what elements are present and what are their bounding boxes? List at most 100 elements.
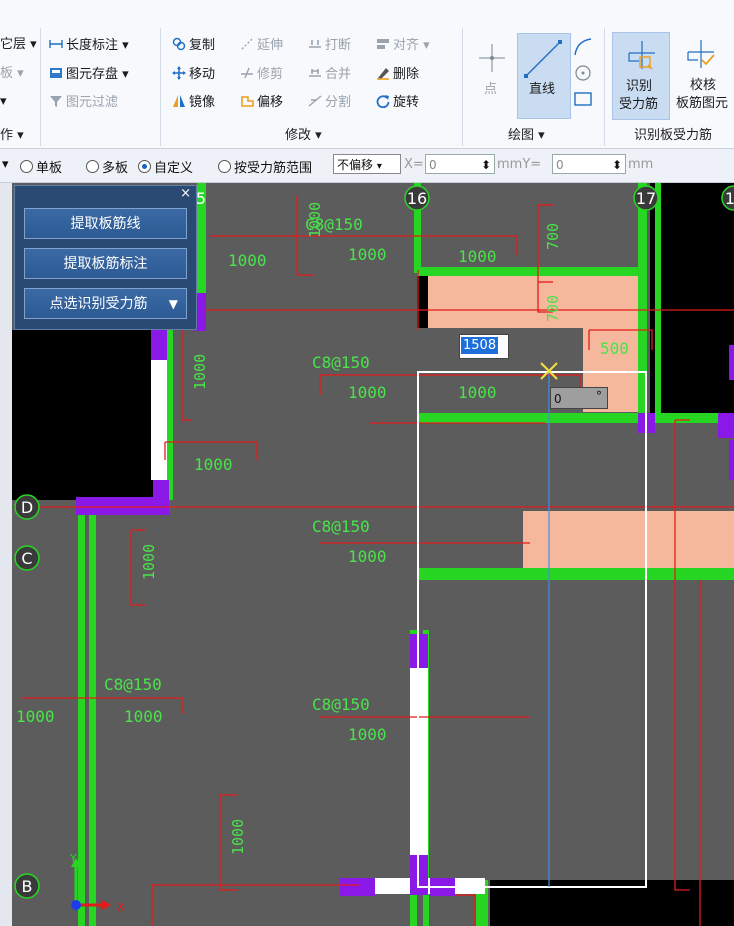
wall-white: [151, 360, 485, 894]
layer-menu[interactable]: 它层 ▾: [0, 37, 37, 53]
copy-button[interactable]: 复制: [172, 37, 215, 54]
break-icon: [308, 37, 322, 51]
board-menu[interactable]: 板 ▾: [0, 66, 24, 82]
line-label: 直线: [529, 82, 556, 97]
radio-by-rebar-range[interactable]: 按受力筋范围: [218, 157, 312, 176]
radio-custom[interactable]: 自定义: [138, 157, 193, 176]
radio-icon: [86, 160, 99, 173]
dropdown-arrow[interactable]: ▾: [2, 157, 9, 172]
point-tool[interactable]: [477, 36, 507, 76]
arrow-menu[interactable]: ▾: [0, 94, 7, 110]
circle-icon: [575, 65, 591, 81]
line-icon: [524, 40, 562, 78]
length-dim-button[interactable]: 长度标注 ▾: [49, 37, 129, 54]
modify-group-label: 修改 ▾: [285, 128, 322, 143]
extract-rebar-line-button[interactable]: 提取板筋线: [24, 208, 187, 239]
opening: [650, 183, 734, 413]
mirror-button[interactable]: 镜像: [172, 94, 215, 111]
check-rebar-icon: [687, 40, 715, 68]
spec-label: C8@150: [312, 353, 370, 372]
radio-icon: [20, 160, 33, 173]
spec-label: C8@150: [312, 517, 370, 536]
dim-label: 1000: [191, 354, 209, 390]
dim-label: 700: [544, 295, 562, 322]
rotate-button[interactable]: 旋转: [376, 94, 419, 111]
dim-label: 700: [544, 223, 562, 250]
arc-tool[interactable]: [572, 36, 594, 62]
dim-label: 1000: [306, 202, 324, 238]
dim-label: 1000: [16, 707, 55, 726]
x-label: X=: [404, 157, 424, 172]
axis-d: D: [21, 498, 33, 517]
circle-tool[interactable]: [572, 62, 594, 88]
break-button[interactable]: 打断: [308, 37, 351, 54]
line-tool[interactable]: 直线: [517, 33, 571, 119]
copy-icon: [172, 37, 186, 51]
x-input[interactable]: 0 ⬍: [425, 154, 495, 174]
check-rebar-button[interactable]: 校核 板筋图元: [672, 32, 734, 118]
save-elem-icon: [49, 66, 63, 80]
dim-label: 1000: [229, 819, 247, 855]
dim-label: 500: [600, 339, 629, 358]
y-input[interactable]: 0 ⬍: [552, 154, 626, 174]
mm-label: mm: [628, 157, 654, 172]
slab-highlight: [428, 275, 638, 328]
merge-button[interactable]: 合并: [308, 66, 351, 83]
filter-icon: [49, 94, 63, 108]
axis-b: B: [22, 877, 33, 896]
spec-label: C8@150: [312, 695, 370, 714]
point-icon: [479, 44, 505, 72]
divider: [462, 28, 463, 146]
divider: [604, 28, 605, 146]
op-group-label: 作 ▾: [0, 128, 24, 143]
dim-label: 1000: [140, 544, 158, 580]
extend-button[interactable]: 延伸: [240, 37, 283, 54]
offset-button[interactable]: 偏移: [240, 94, 283, 111]
dim-label: 1000: [458, 383, 497, 402]
move-button[interactable]: 移动: [172, 66, 215, 83]
opening: [12, 330, 157, 500]
axis-c: C: [21, 549, 32, 568]
divider: [40, 28, 41, 146]
dim-label: 1000: [124, 707, 163, 726]
rectangle-icon: [574, 92, 592, 106]
radio-multi-board[interactable]: 多板: [86, 157, 128, 176]
length-input-value: 1508: [461, 337, 499, 354]
dim-label: 1000: [194, 455, 233, 474]
selection-rect: [417, 371, 647, 888]
offset-select[interactable]: 不偏移 ▾: [333, 154, 401, 174]
divider: [160, 28, 161, 146]
chevron-down-icon[interactable]: ▼: [169, 289, 178, 320]
radio-single-board[interactable]: 单板: [20, 157, 62, 176]
offset-icon: [240, 94, 254, 108]
identify-label-2: 受力筋: [619, 97, 659, 112]
extract-rebar-label-button[interactable]: 提取板筋标注: [24, 248, 187, 279]
option-bar: ▾ 单板 多板 自定义 按受力筋范围 不偏移 ▾ X= 0 ⬍ mmY= 0 ⬍ m…: [0, 149, 734, 183]
save-elem-button[interactable]: 图元存盘 ▾: [49, 66, 129, 83]
axis-16: 16: [407, 189, 427, 208]
radio-icon: [218, 160, 231, 173]
rect-tool[interactable]: [572, 88, 594, 114]
axis-17: 17: [636, 189, 656, 208]
eraser-icon: [376, 66, 390, 80]
pick-identify-rebar-button[interactable]: 点选识别受力筋 ▼: [24, 288, 187, 319]
filter-button[interactable]: 图元过滤: [49, 94, 118, 111]
split-button[interactable]: 分割: [308, 94, 351, 111]
close-icon[interactable]: ×: [180, 186, 191, 201]
identify-label-1: 识别: [626, 79, 653, 94]
dim-label: 1000: [458, 247, 497, 266]
align-button[interactable]: 对齐 ▾: [376, 37, 430, 54]
length-dim-icon: [49, 37, 63, 51]
angle-input[interactable]: 0 °: [550, 387, 608, 409]
length-input[interactable]: 1508: [459, 334, 509, 359]
axis-15: 5: [196, 189, 206, 208]
delete-button[interactable]: 删除: [376, 66, 419, 83]
y-axis-label: Y: [69, 852, 77, 865]
identify-rebar-button[interactable]: 识别 受力筋: [612, 32, 670, 120]
trim-button[interactable]: 修剪: [240, 66, 283, 83]
dim-label: 1000: [348, 547, 387, 566]
x-axis-label: X: [117, 901, 125, 914]
mirror-icon: [172, 94, 186, 108]
move-icon: [172, 66, 186, 80]
dim-label: 1000: [348, 725, 387, 744]
